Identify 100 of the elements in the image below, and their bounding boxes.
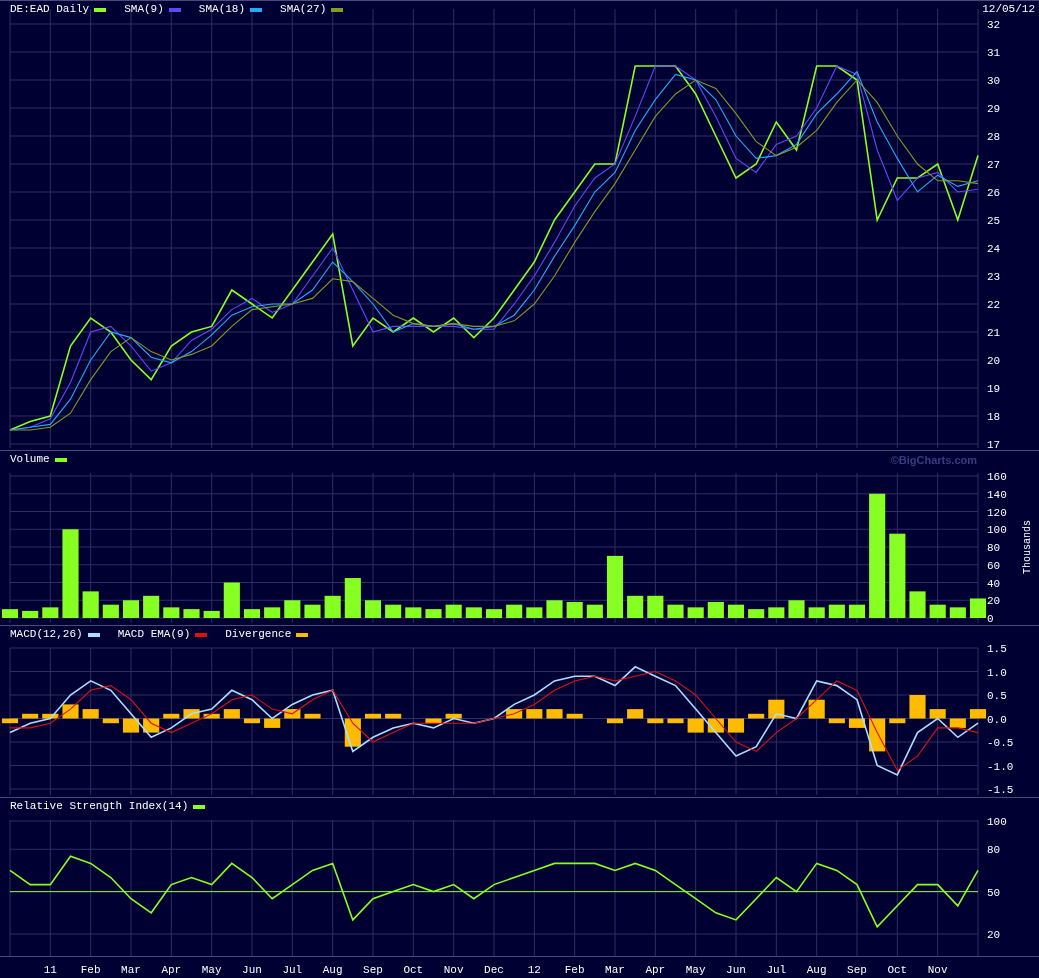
bar [687,607,704,618]
bar [526,709,543,719]
axis-label: 31 [987,47,1001,59]
axis-label: May [201,964,222,976]
axis-label: 30 [987,75,1001,87]
bar [627,709,644,719]
axis-label: 32 [987,19,1001,31]
axis-label: 28 [987,131,1001,143]
legend-label: DE:EAD Daily [10,4,90,15]
bar [143,595,160,618]
axis-label: 24 [987,243,1001,255]
axis-label: 20 [987,929,1001,941]
axis-label: Feb [564,964,585,976]
legend-label: SMA(27) [280,4,327,15]
bar [102,604,119,618]
legend-label: SMA(9) [124,4,164,15]
bar [566,713,583,719]
bar [949,607,966,618]
bar [425,609,442,618]
bar [627,595,644,618]
bar [748,609,765,618]
bar [385,604,402,618]
axis-label: Nov [443,964,464,976]
bar [969,598,987,618]
bar [526,607,543,618]
axis-label: Mar [121,964,141,976]
axis-label: Apr [645,964,666,976]
axis-label: Sep [363,964,383,976]
axis-label: Aug [806,964,827,976]
axis-label: 140 [987,488,1007,501]
credit-text: ©BigCharts.com [890,455,977,466]
bar [223,709,240,719]
axis-label: -1.5 [987,784,1014,796]
legend-label: Divergence [225,629,292,640]
bar [82,709,99,719]
axis-label: 0 [987,613,994,625]
bar [889,533,906,618]
bar [324,595,341,618]
bar [768,607,785,618]
legend-label: Volume [10,454,50,465]
axis-label: 100 [987,524,1007,537]
bar [122,600,140,618]
axis-label: 17 [987,439,1001,451]
axis-label: 12 [527,964,541,976]
axis-label: Jun [726,964,746,976]
axis-label: 1.5 [987,643,1007,655]
axis-label: May [685,964,706,976]
axis-label: 1.0 [987,666,1007,679]
bar [929,604,946,618]
bar [768,699,785,719]
axis-label: Nov [927,964,948,976]
bar [223,582,240,618]
bar [122,718,140,733]
bar [203,610,220,618]
bar [405,607,422,618]
bar [163,607,180,618]
bar [344,578,361,618]
axis-label: 11 [43,964,57,976]
bar [1,609,19,618]
bar [82,591,99,618]
bar [667,604,684,618]
bar [445,713,462,719]
axis-label: 160 [987,471,1007,483]
axis-label: 0.5 [987,690,1007,702]
bar [929,709,946,719]
bar [727,604,745,618]
bar [465,607,482,618]
bar [284,600,301,618]
axis-label: 22 [987,299,1001,311]
bar [445,604,462,618]
bar [546,709,563,719]
axis-label: Oct [887,964,908,976]
bar [808,699,825,719]
axis-label: 0.0 [987,713,1007,726]
axis-label: Sep [847,964,867,976]
bar [687,718,704,733]
axis-label: 23 [987,271,1001,283]
bar [304,713,321,719]
axis-label: -0.5 [987,737,1014,749]
axis-label: 21 [987,327,1001,339]
bar [808,607,825,618]
axis-label: 27 [987,159,1001,171]
axis-label: 20 [987,355,1001,367]
bar [586,604,603,618]
axis-label: Jul [766,964,787,976]
axis-label: Feb [80,964,101,976]
axis-label: Mar [605,964,625,976]
bar [364,713,382,719]
bar [485,609,503,618]
bar [828,604,845,618]
bar [264,607,281,618]
axis-label: 19 [987,383,1001,395]
axis-label: -1.0 [987,760,1014,773]
axis-label: 26 [987,187,1001,199]
legend-label: SMA(18) [198,4,246,15]
bar [22,610,39,618]
bar [506,604,523,618]
axis-label: Apr [161,964,182,976]
bar [385,713,402,719]
axis-label: 100 [987,816,1007,828]
